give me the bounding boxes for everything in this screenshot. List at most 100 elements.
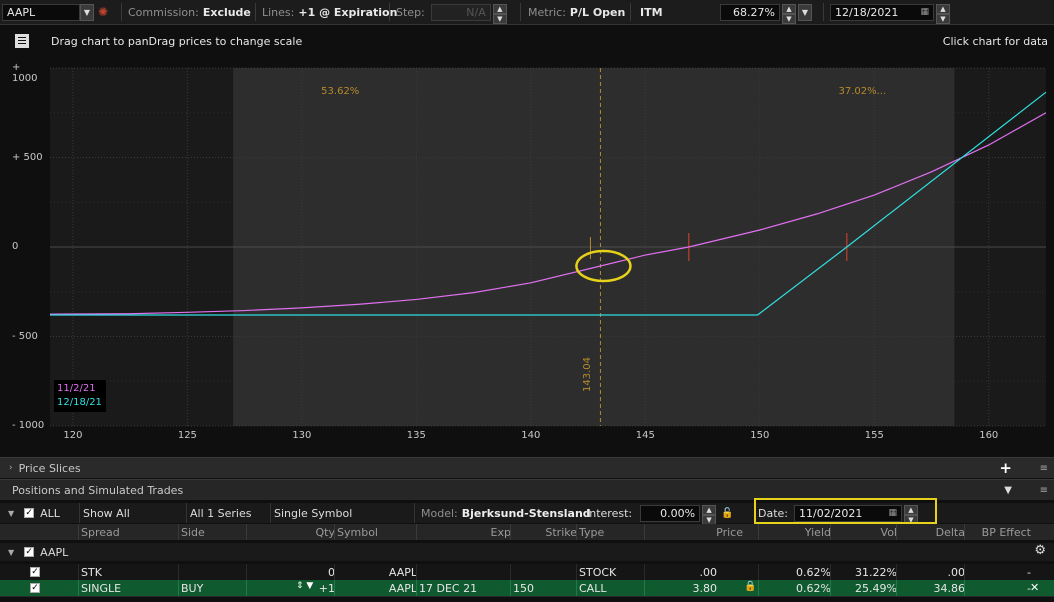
cell-symbol[interactable]: AAPL (334, 580, 419, 596)
cell-side[interactable]: BUY (178, 580, 249, 596)
link-icon[interactable]: ✺ (98, 5, 108, 19)
chart-legend: 11/2/21 12/18/21 (54, 380, 106, 412)
symbol-input[interactable]: AAPL (2, 3, 80, 21)
cell-bp: - (964, 564, 1033, 580)
cell-spread: STK (78, 564, 181, 580)
symbol-dropdown-arrow[interactable]: ▼ (80, 3, 94, 21)
interest-input[interactable]: 0.00% (640, 504, 701, 522)
cell-yield[interactable]: 0.62% (758, 580, 833, 596)
column-header-price[interactable]: Price (644, 524, 745, 540)
panel-menu-icon[interactable]: ≡ (1040, 463, 1048, 474)
probability-spinner[interactable]: ▲ ▼ (782, 3, 796, 24)
cell-type: STOCK (576, 564, 647, 580)
metric-setting[interactable]: Metric: P/L Open (528, 0, 625, 24)
itm-setting[interactable]: ITM (640, 0, 663, 24)
x-tick-label: 125 (177, 430, 197, 441)
x-tick-label: 160 (979, 430, 999, 441)
collapse-group-icon[interactable]: ▼ (8, 548, 14, 557)
risk-profile-chart[interactable]: + 1000 + 500 0 - 500 - 1000 120 125 130 135 140 1… (0, 62, 1054, 450)
add-price-slice-icon[interactable]: + (999, 459, 1012, 477)
row-checkbox[interactable]: ✓ (30, 583, 40, 593)
probability-input[interactable]: 68.27% (720, 3, 780, 21)
expiration-date-input[interactable]: 12/18/2021 ▦ (830, 3, 934, 21)
chevron-right-icon[interactable]: › (9, 463, 13, 473)
x-tick-label: 140 (521, 430, 541, 441)
cell-delta: .00 (896, 564, 967, 580)
calendar-icon[interactable]: ▦ (920, 7, 929, 17)
row-checkbox[interactable]: ✓ (30, 567, 40, 577)
y-tick-label: + 1000 (12, 62, 38, 84)
price-slices-panel[interactable]: › Price Slices + ≡ (0, 457, 1054, 478)
series-dropdown[interactable]: All 1 Series (186, 503, 270, 523)
cell-exp[interactable]: 17 DEC 21 (416, 580, 513, 596)
model-value: Bjerksund-Stensland (461, 506, 591, 520)
all-label: ALL (40, 506, 60, 520)
single-symbol-dropdown[interactable]: Single Symbol (270, 503, 414, 523)
cell-bp[interactable]: - (964, 580, 1033, 596)
left-probability-label: 53.62% (321, 86, 360, 97)
column-header-vol[interactable]: Vol (830, 524, 899, 540)
commission-setting[interactable]: Commission: Exclude (128, 0, 251, 24)
right-probability-label: 37.02%... (838, 86, 887, 97)
qty-stepper-icon[interactable]: ⇕ ▼ (296, 581, 313, 591)
legend-entry-12-18-21: 12/18/21 (57, 397, 102, 408)
probability-dropdown-arrow[interactable]: ▼ (798, 3, 812, 21)
cell-strike[interactable]: 150 (510, 580, 579, 596)
cell-side (178, 564, 249, 580)
x-tick-label: 130 (292, 430, 312, 441)
column-header-spread[interactable]: Spread (78, 524, 181, 540)
group-row-aapl[interactable]: ▼ ✓ AAPL ⚙ (0, 543, 1054, 561)
lines-value: +1 @ Expiration (298, 5, 398, 19)
date-highlight-box (754, 498, 937, 524)
column-header-qty[interactable]: Qty (246, 524, 337, 540)
lines-setting[interactable]: Lines: +1 @ Expiration (262, 0, 397, 24)
cell-qty[interactable]: +1 (246, 580, 337, 596)
collapse-icon[interactable]: ▼ (1004, 485, 1012, 496)
step-spinner: ▲ ▼ (492, 3, 507, 24)
cell-symbol: AAPL (334, 564, 419, 580)
interest-spinner[interactable]: ▲ ▼ (702, 504, 717, 525)
click-chart-hint: Click chart for data (942, 35, 1048, 48)
cell-type[interactable]: CALL (576, 580, 647, 596)
chart-settings-icon[interactable] (15, 34, 29, 48)
metric-value: P/L Open (569, 5, 626, 19)
symbol-value: AAPL (7, 5, 36, 19)
group-checkbox[interactable]: ✓ (24, 547, 35, 557)
column-header-symbol[interactable]: Symbol (334, 524, 419, 540)
lock-icon[interactable]: 🔓 (721, 508, 733, 519)
cell-delta[interactable]: 34.86 (896, 580, 967, 596)
x-tick-label: 155 (864, 430, 884, 441)
column-header-delta[interactable]: Delta (896, 524, 967, 540)
step-label: Step: (396, 5, 425, 19)
y-tick-label: 0 (12, 241, 19, 252)
model-selector[interactable]: Model: Bjerksund-Stensland (414, 503, 591, 523)
x-tick-label: 145 (635, 430, 655, 441)
column-header-exp[interactable]: Exp (416, 524, 513, 540)
expand-all-chevron-icon[interactable]: ▼ (8, 509, 14, 518)
positions-panel-header[interactable]: Positions and Simulated Trades ▼ ≡ (0, 479, 1054, 500)
show-all-dropdown[interactable]: Show All (79, 503, 187, 523)
price-lock-icon[interactable]: 🔒 (744, 581, 756, 592)
cell-price[interactable]: 3.80 (644, 580, 719, 596)
column-header-side[interactable]: Side (178, 524, 249, 540)
y-tick-label: - 1000 (12, 420, 45, 431)
column-header-yield[interactable]: Yield (758, 524, 833, 540)
column-header-type[interactable]: Type (576, 524, 647, 540)
legend-entry-11-2-21: 11/2/21 (57, 383, 96, 394)
remove-position-icon[interactable]: ✕ (1030, 581, 1039, 594)
cell-vol[interactable]: 25.49% (830, 580, 899, 596)
position-row[interactable]: ✓ SINGLE BUY +1 AAPL 17 DEC 21 150 CALL 3.80 0.62… (0, 580, 1054, 597)
cell-spread[interactable]: SINGLE (78, 580, 181, 596)
chart-help-text: Drag chart to panDrag prices to change s… (51, 34, 303, 48)
gear-icon[interactable]: ⚙ (1034, 543, 1046, 558)
position-row[interactable]: ✓ STK 0 AAPL STOCK .00 0.62% 31.22% .00- (0, 564, 1054, 581)
x-tick-label: 120 (63, 430, 83, 441)
column-header-bp-effect[interactable]: BP Effect (964, 524, 1033, 540)
commission-value: Exclude (202, 5, 251, 19)
expiration-date-spinner[interactable]: ▲ ▼ (936, 3, 950, 24)
column-header-strike[interactable]: Strike (510, 524, 579, 540)
all-checkbox[interactable]: ✓ (24, 508, 35, 518)
group-label: AAPL (40, 545, 69, 559)
pl-chart-svg[interactable] (0, 62, 1054, 450)
positions-menu-icon[interactable]: ≡ (1040, 485, 1048, 496)
